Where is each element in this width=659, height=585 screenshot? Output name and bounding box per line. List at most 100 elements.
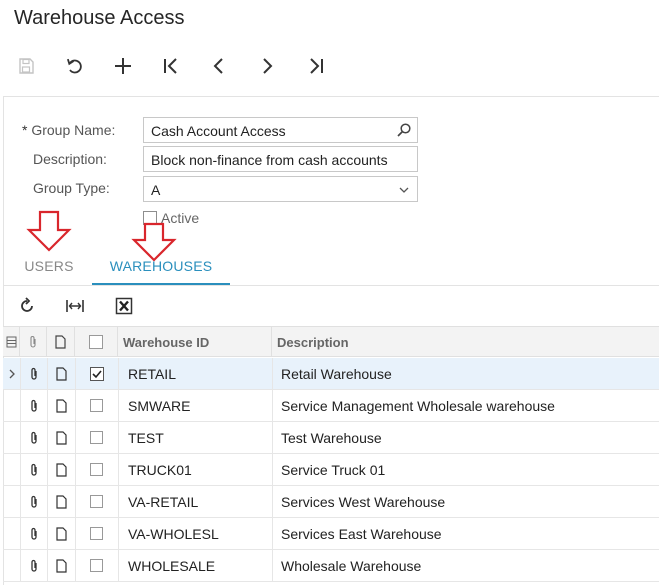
- group-name-label-text: Group Name:: [31, 122, 116, 138]
- group-name-label: * Group Name:: [22, 122, 115, 138]
- note-cell[interactable]: [47, 358, 75, 389]
- include-checkbox[interactable]: [75, 422, 118, 453]
- column-header-warehouse-id-label: Warehouse ID: [123, 335, 210, 350]
- export-excel-icon: [115, 297, 133, 315]
- row-selector[interactable]: [3, 486, 20, 517]
- grid-header: Warehouse ID Description: [3, 326, 659, 357]
- description-cell: Service Management Wholesale warehouse: [281, 398, 555, 414]
- description-field[interactable]: Block non-finance from cash accounts: [143, 146, 418, 172]
- attachment-cell[interactable]: [20, 550, 47, 581]
- include-checkbox[interactable]: [75, 454, 118, 485]
- main-toolbar: [0, 48, 659, 84]
- column-header-description[interactable]: Description: [272, 327, 659, 357]
- include-checkbox[interactable]: [75, 358, 118, 389]
- note-icon: [55, 526, 67, 541]
- group-name-value: Cash Account Access: [151, 123, 286, 139]
- last-record-button[interactable]: [298, 48, 334, 84]
- attachment-cell[interactable]: [20, 486, 47, 517]
- warehouse-id-cell: TEST: [128, 430, 164, 446]
- note-cell[interactable]: [47, 390, 75, 421]
- paperclip-icon: [30, 559, 37, 572]
- chevron-down-icon[interactable]: [396, 182, 412, 198]
- refresh-button[interactable]: [14, 294, 40, 318]
- list-menu-icon: [6, 336, 16, 348]
- note-cell[interactable]: [47, 518, 75, 549]
- description-value: Block non-finance from cash accounts: [151, 152, 388, 168]
- export-excel-button[interactable]: [111, 294, 137, 318]
- add-button[interactable]: [105, 48, 141, 84]
- include-checkbox[interactable]: [75, 486, 118, 517]
- note-cell[interactable]: [47, 422, 75, 453]
- include-checkbox[interactable]: [75, 518, 118, 549]
- group-type-select[interactable]: A: [143, 176, 418, 202]
- tab-divider: [3, 285, 659, 286]
- note-icon: [55, 366, 67, 381]
- undo-icon: [67, 58, 82, 74]
- row-selector-header[interactable]: [3, 327, 20, 357]
- row-selector[interactable]: [3, 454, 20, 485]
- description-cell: Service Truck 01: [281, 462, 386, 478]
- description-cell: Test Warehouse: [281, 430, 382, 446]
- column-header-warehouse-id[interactable]: Warehouse ID: [118, 327, 272, 357]
- refresh-icon: [21, 297, 33, 312]
- undo-button[interactable]: [56, 48, 92, 84]
- note-icon: [55, 335, 66, 349]
- table-row[interactable]: VA-WHOLESL Services East Warehouse: [3, 518, 659, 550]
- table-row[interactable]: RETAIL Retail Warehouse: [3, 358, 659, 390]
- paperclip-icon: [30, 367, 37, 380]
- table-row[interactable]: VA-RETAIL Services West Warehouse: [3, 486, 659, 518]
- include-checkbox[interactable]: [75, 390, 118, 421]
- description-label: Description:: [33, 151, 107, 167]
- row-selector[interactable]: [3, 550, 20, 581]
- table-row[interactable]: TRUCK01 Service Truck 01: [3, 454, 659, 486]
- note-cell[interactable]: [47, 454, 75, 485]
- table-row[interactable]: TEST Test Warehouse: [3, 422, 659, 454]
- tab-users[interactable]: USERS: [3, 250, 95, 286]
- row-selector[interactable]: [3, 390, 20, 421]
- tab-warehouses[interactable]: WAREHOUSES: [92, 250, 230, 286]
- attachment-cell[interactable]: [20, 358, 47, 389]
- attachment-cell[interactable]: [20, 390, 47, 421]
- select-all-checkbox[interactable]: [89, 335, 103, 349]
- grid-toolbar: [3, 287, 659, 325]
- note-cell[interactable]: [47, 486, 75, 517]
- attachment-cell[interactable]: [20, 518, 47, 549]
- note-icon: [55, 398, 67, 413]
- warehouse-id-cell: VA-RETAIL: [128, 494, 199, 510]
- first-record-button[interactable]: [153, 48, 189, 84]
- group-type-value: A: [151, 182, 161, 198]
- paperclip-icon: [30, 495, 37, 508]
- save-button[interactable]: [8, 48, 44, 84]
- description-cell: Retail Warehouse: [281, 366, 392, 382]
- paperclip-icon: [30, 431, 37, 444]
- warehouse-id-cell: TRUCK01: [128, 462, 192, 478]
- note-icon: [55, 430, 67, 445]
- table-row[interactable]: SMWARE Service Management Wholesale wareh…: [3, 390, 659, 422]
- attachment-cell[interactable]: [20, 422, 47, 453]
- description-cell: Services East Warehouse: [281, 526, 442, 542]
- select-all-header[interactable]: [75, 327, 118, 357]
- paperclip-icon: [30, 399, 37, 412]
- search-icon[interactable]: [396, 122, 412, 138]
- warehouse-id-cell: SMWARE: [128, 398, 191, 414]
- first-record-icon: [164, 58, 177, 74]
- fit-columns-icon: [66, 300, 84, 312]
- row-selector[interactable]: [3, 422, 20, 453]
- attachment-cell[interactable]: [20, 454, 47, 485]
- table-row[interactable]: WHOLESALE Wholesale Warehouse: [3, 550, 659, 582]
- row-selector[interactable]: [3, 358, 20, 389]
- next-record-button[interactable]: [249, 48, 285, 84]
- include-checkbox[interactable]: [75, 550, 118, 581]
- paperclip-icon: [30, 336, 36, 348]
- required-mark: *: [22, 122, 28, 138]
- group-type-label: Group Type:: [33, 180, 110, 196]
- group-name-field[interactable]: Cash Account Access: [143, 117, 418, 143]
- add-icon: [115, 58, 131, 74]
- previous-record-button[interactable]: [201, 48, 237, 84]
- paperclip-icon: [30, 527, 37, 540]
- warehouse-id-cell: VA-WHOLESL: [128, 526, 219, 542]
- fit-columns-button[interactable]: [62, 294, 88, 318]
- note-cell[interactable]: [47, 550, 75, 581]
- note-header: [47, 327, 75, 357]
- row-selector[interactable]: [3, 518, 20, 549]
